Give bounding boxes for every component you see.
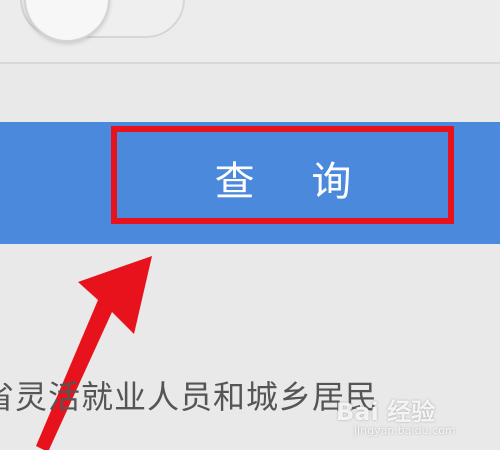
query-button-label: 查 询 [214,159,374,205]
divider [0,62,500,64]
top-section [0,0,500,62]
app-screen: 查 询 省灵活就业人员和城乡居民 Bai 经验 jingyan.baidu.co… [0,0,500,450]
watermark: Bai 经验 jingyan.baidu.com [336,392,496,442]
arrow-shape [36,256,152,450]
query-button[interactable]: 查 询 [124,137,442,219]
watermark-url: jingyan.baidu.com [354,424,456,437]
watermark-brand: Bai 经验 [336,398,436,426]
